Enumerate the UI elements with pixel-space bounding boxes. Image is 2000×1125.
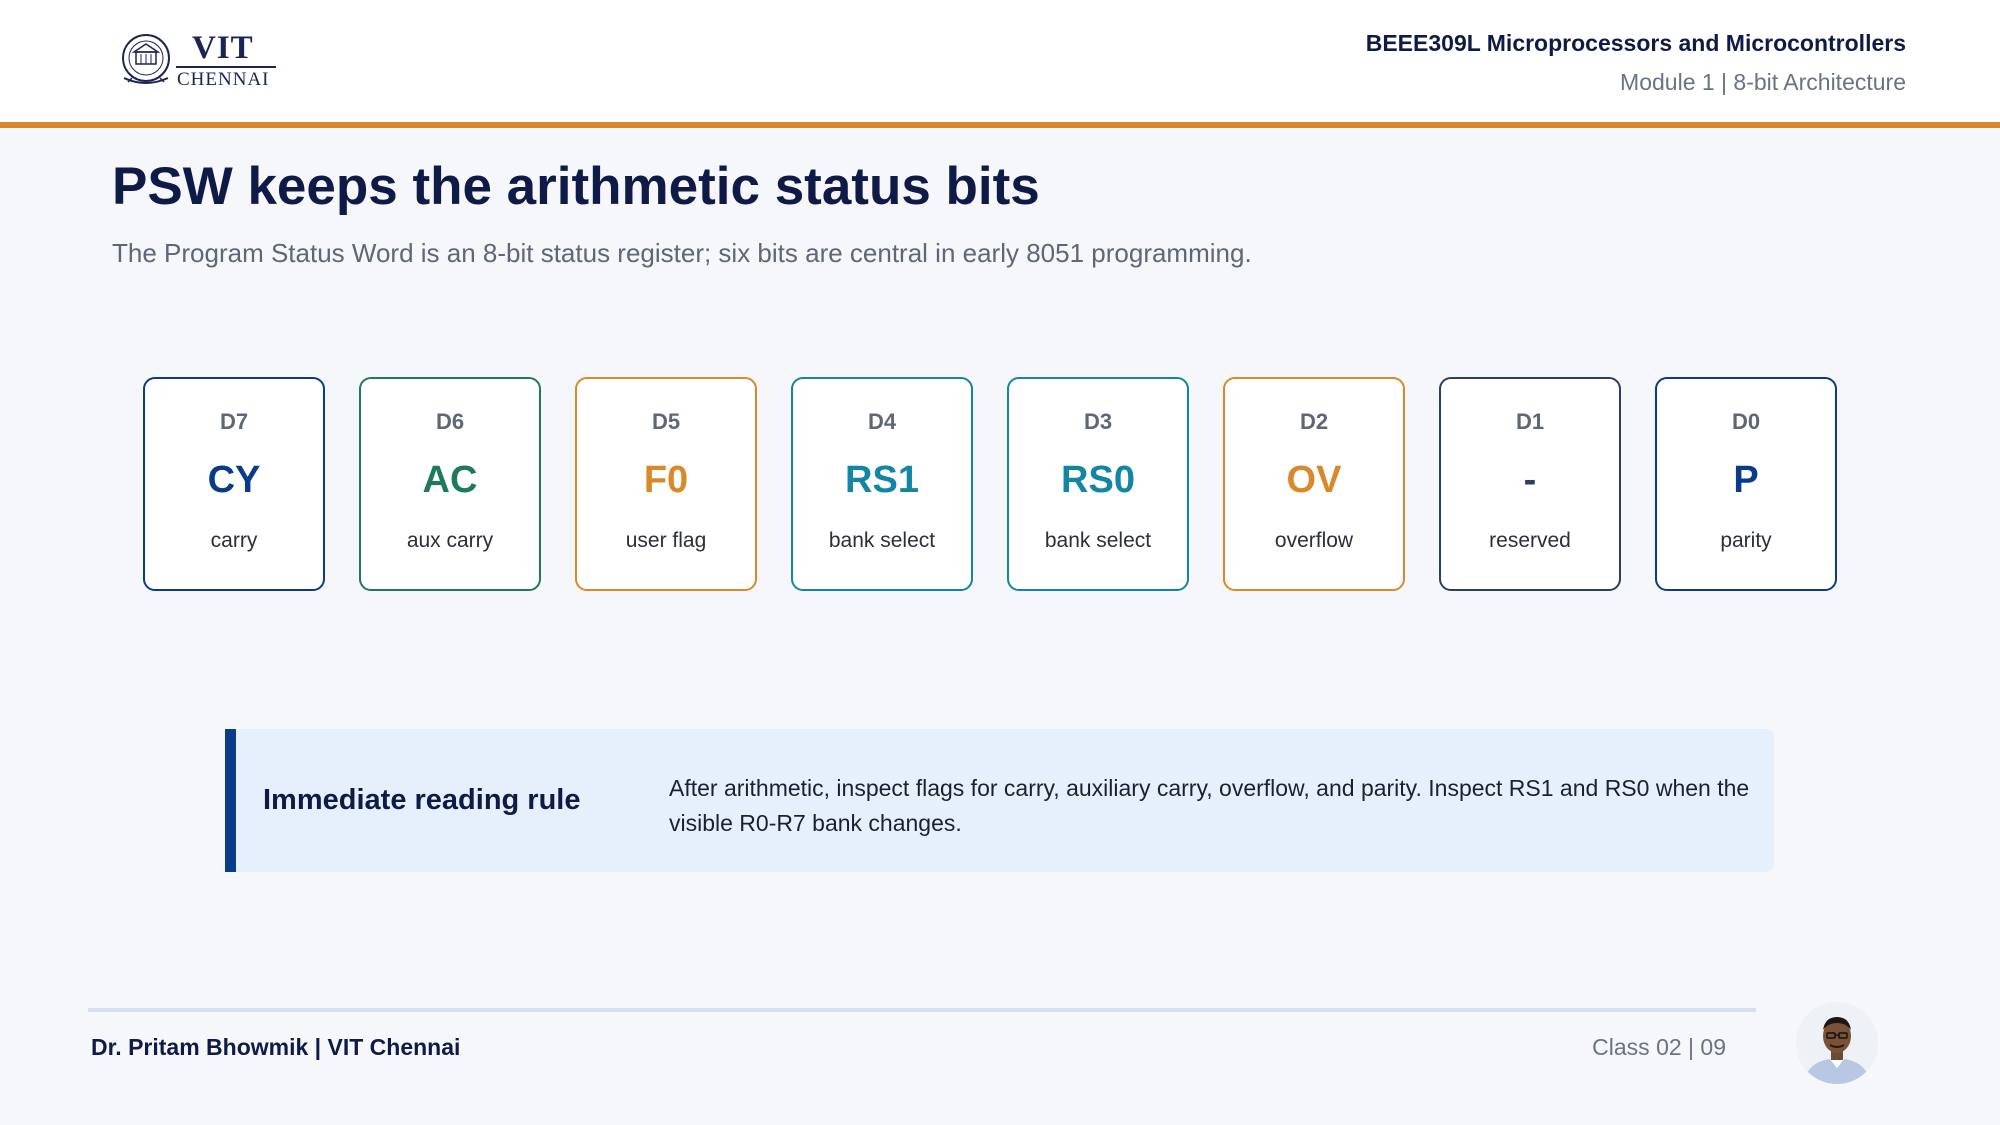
footer-divider [88,1008,1756,1012]
slide-subtitle: The Program Status Word is an 8-bit stat… [112,238,1252,268]
bit-position: D4 [867,409,897,434]
psw-bit-d1: D1 - reserved [1439,377,1621,591]
bit-description: bank select [1044,529,1152,552]
logo-divider [176,66,276,68]
bit-name: P [1733,459,1759,501]
psw-bit-row: D7 CY carry D6 AC aux carry D5 F0 user f… [143,377,1838,595]
bit-position: D6 [435,409,465,434]
module-label: Module 1 | 8-bit Architecture [1620,69,1906,95]
bit-name: AC [422,459,478,501]
psw-bit-d3: D3 RS0 bank select [1007,377,1189,591]
vit-seal-icon [122,34,170,84]
bit-name: RS1 [845,459,919,501]
bit-name: - [1523,459,1537,501]
bit-name: RS0 [1061,459,1135,501]
course-title: BEEE309L Microprocessors and Microcontro… [1365,30,1906,56]
bit-position: D5 [651,409,681,434]
bit-description: parity [1720,529,1772,552]
bit-description: overflow [1274,529,1354,552]
logo-chennai-text: CHENNAI [177,69,270,90]
bit-position: D1 [1515,409,1545,434]
presenter-photo [1796,1002,1878,1084]
psw-bit-d2: D2 OV overflow [1223,377,1405,591]
bit-description: carry [210,529,258,552]
bit-name: OV [1286,459,1342,501]
footer-author: Dr. Pritam Bhowmik | VIT Chennai [91,1034,461,1060]
psw-bit-d5: D5 F0 user flag [575,377,757,591]
bit-name: CY [207,459,261,501]
footer-class-page: Class 02 | 09 [1592,1034,1726,1060]
psw-bit-d6: D6 AC aux carry [359,377,541,591]
slide-title: PSW keeps the arithmetic status bits [112,157,1040,216]
psw-bit-d0: D0 P parity [1655,377,1837,591]
callout-title: Immediate reading rule [263,784,581,816]
bit-position: D7 [219,409,249,434]
slide-header: VIT CHENNAI BEEE309L Microprocessors and… [0,0,2000,128]
bit-description: reserved [1489,529,1571,552]
vit-logo: VIT CHENNAI [120,30,280,92]
callout-accent-bar [225,729,236,872]
psw-bit-d7: D7 CY carry [143,377,325,591]
presenter-avatar [1796,1002,1878,1084]
bit-position: D2 [1299,409,1329,434]
reading-rule-callout: Immediate reading rule After arithmetic,… [225,729,1774,872]
logo-vit-text: VIT [192,30,254,66]
bit-description: user flag [625,529,707,552]
bit-description: bank select [828,529,936,552]
psw-bit-d4: D4 RS1 bank select [791,377,973,591]
bit-position: D0 [1731,409,1761,434]
bit-position: D3 [1083,409,1113,434]
callout-text: After arithmetic, inspect flags for carr… [669,775,1750,836]
bit-name: F0 [643,459,689,501]
bit-description: aux carry [406,529,494,552]
